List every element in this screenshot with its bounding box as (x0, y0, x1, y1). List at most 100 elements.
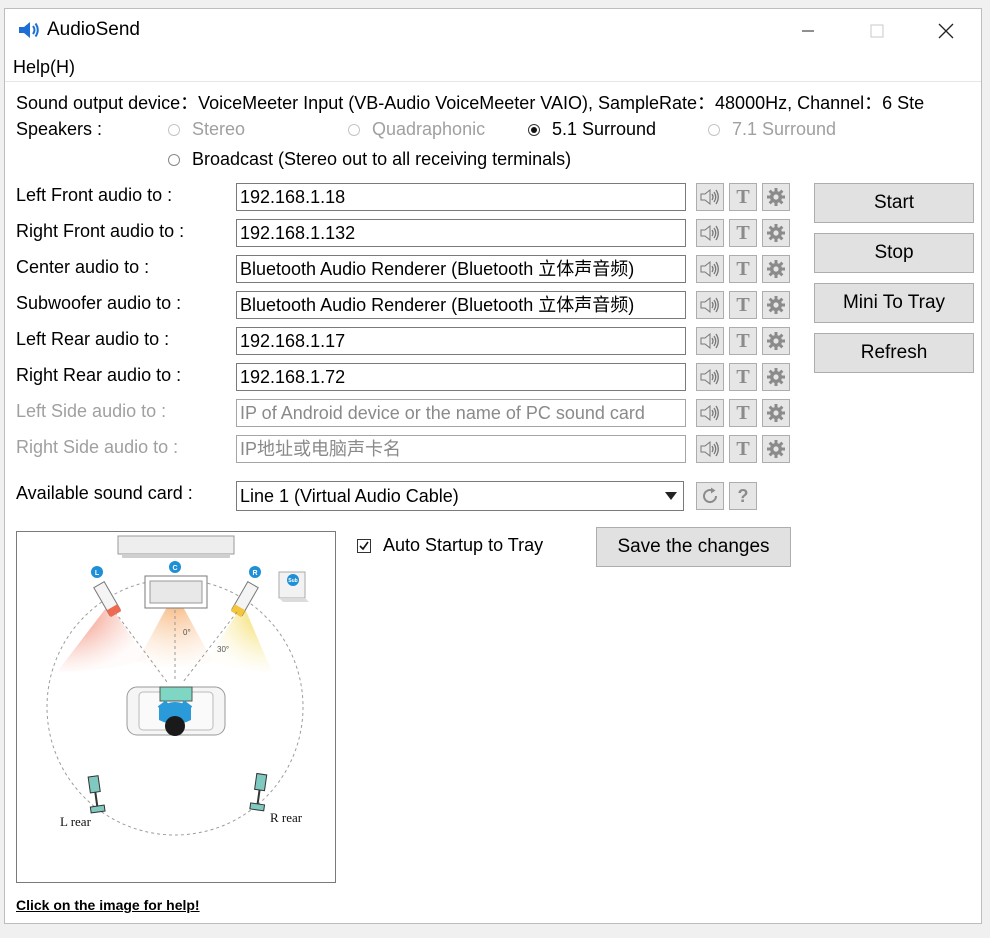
refresh-icon (703, 487, 718, 504)
channel-settings-button[interactable] (762, 183, 790, 211)
channel-text-button[interactable]: T (729, 291, 757, 319)
radio-stereo[interactable]: Stereo (168, 119, 245, 140)
auto-startup-label: Auto Startup to Tray (383, 535, 544, 555)
zero-degree-label: 0° (183, 628, 191, 637)
surround-diagram: L C R Sub 0° 30° L rear R rear (46, 535, 309, 836)
left-rear-diagram-label: L rear (60, 814, 92, 829)
right-front-input[interactable]: 192.168.1.132 (236, 219, 686, 247)
minimize-button[interactable] (785, 9, 831, 53)
maximize-icon (870, 24, 884, 38)
help-link[interactable]: Click on the image for help! (16, 897, 200, 913)
channel-text-button[interactable]: T (729, 255, 757, 283)
left-front-label: Left Front audio to : (16, 185, 173, 205)
window-title: AudioSend (47, 19, 140, 40)
refresh-sound-cards-button[interactable] (696, 482, 724, 510)
thirty-degree-label: 30° (217, 645, 229, 654)
channel-settings-button[interactable] (762, 363, 790, 391)
channel-test-button[interactable] (696, 183, 724, 211)
channel-settings-button[interactable] (762, 255, 790, 283)
center-input[interactable]: Bluetooth Audio Renderer (Bluetooth 立体声音… (236, 255, 686, 283)
radio-label: 5.1 Surround (552, 119, 657, 139)
left-front-input[interactable]: 192.168.1.18 (236, 183, 686, 211)
speaker-test-icon (700, 296, 719, 314)
gear-icon (767, 404, 785, 422)
radio-broadcast[interactable]: Broadcast (Stereo out to all receiving t… (168, 149, 571, 170)
subwoofer-input[interactable]: Bluetooth Audio Renderer (Bluetooth 立体声音… (236, 291, 686, 319)
speakers-label: Speakers : (16, 119, 103, 139)
channel-test-button[interactable] (696, 327, 724, 355)
right-side-label: Right Side audio to : (16, 437, 179, 457)
channel-settings-button[interactable] (762, 327, 790, 355)
gear-icon (767, 296, 785, 314)
sound-card-select[interactable]: Line 1 (Virtual Audio Cable) (236, 481, 684, 511)
sub-text: Sub (288, 578, 297, 584)
gear-icon (767, 188, 785, 206)
channel-text-button[interactable]: T (729, 435, 757, 463)
checkmark-icon (359, 541, 369, 550)
speaker-test-icon (700, 368, 719, 386)
stop-button[interactable]: Stop (814, 233, 974, 273)
speaker-test-icon (700, 404, 719, 422)
start-button[interactable]: Start (814, 183, 974, 223)
radio-button[interactable] (708, 123, 720, 136)
radio-quadraphonic[interactable]: Quadraphonic (348, 119, 485, 140)
channel-test-button[interactable] (696, 435, 724, 463)
available-sound-card-label: Available sound card : (16, 483, 193, 503)
channel-test-button[interactable] (696, 363, 724, 391)
channel-test-button[interactable] (696, 219, 724, 247)
gear-icon (767, 368, 785, 386)
left-channel-text: L (95, 570, 100, 577)
text-t-label: T (736, 293, 750, 316)
right-front-label: Right Front audio to : (16, 221, 185, 241)
refresh-button[interactable]: Refresh (814, 333, 974, 373)
checkbox-box[interactable] (357, 538, 371, 553)
channel-text-button[interactable]: T (729, 183, 757, 211)
channel-settings-button[interactable] (762, 399, 790, 427)
gear-icon (767, 440, 785, 458)
minimize-icon (802, 30, 814, 32)
right-rear-input[interactable]: 192.168.1.72 (236, 363, 686, 391)
speaker-icon (19, 22, 39, 38)
radio-button[interactable] (168, 153, 180, 166)
speaker-layout-diagram[interactable]: L C R Sub 0° 30° L rear R rear (16, 531, 336, 883)
radio-label: 7.1 Surround (732, 119, 837, 139)
app-window: AudioSend Help(H) Sound output device：Vo… (4, 8, 982, 924)
channel-settings-button[interactable] (762, 291, 790, 319)
right-side-input[interactable]: IP地址或电脑声卡名 (236, 435, 686, 463)
radio-button[interactable] (528, 123, 540, 136)
channel-test-button[interactable] (696, 291, 724, 319)
maximize-button[interactable] (854, 9, 900, 53)
mini-to-tray-button[interactable]: Mini To Tray (814, 283, 974, 323)
channel-settings-button[interactable] (762, 435, 790, 463)
speaker-test-icon (700, 440, 719, 458)
menu-help[interactable]: Help(H) (13, 57, 75, 78)
channel-text-button[interactable]: T (729, 327, 757, 355)
text-t-label: T (736, 257, 750, 280)
save-changes-button[interactable]: Save the changes (596, 527, 791, 567)
auto-startup-checkbox[interactable]: Auto Startup to Tray (357, 535, 543, 556)
center-label: Center audio to : (16, 257, 150, 277)
speaker-test-icon (700, 260, 719, 278)
left-rear-input[interactable]: 192.168.1.17 (236, 327, 686, 355)
dropdown-arrow-icon[interactable] (659, 482, 683, 510)
channel-test-button[interactable] (696, 399, 724, 427)
sound-card-help-button[interactable]: ? (729, 482, 757, 510)
radio-5-1-surround[interactable]: 5.1 Surround (528, 119, 656, 140)
text-t-label: T (736, 365, 750, 388)
gear-icon (767, 224, 785, 242)
channel-text-button[interactable]: T (729, 363, 757, 391)
gear-icon (767, 332, 785, 350)
left-side-input[interactable]: IP of Android device or the name of PC s… (236, 399, 686, 427)
radio-button[interactable] (168, 123, 180, 136)
menu-divider (5, 81, 981, 82)
radio-button[interactable] (348, 123, 360, 136)
sound-output-device-info: Sound output device：VoiceMeeter Input (V… (16, 93, 925, 113)
channel-settings-button[interactable] (762, 219, 790, 247)
radio-7-1-surround[interactable]: 7.1 Surround (708, 119, 836, 140)
channel-text-button[interactable]: T (729, 399, 757, 427)
channel-text-button[interactable]: T (729, 219, 757, 247)
close-button[interactable] (923, 9, 969, 53)
gear-icon (767, 260, 785, 278)
left-side-label: Left Side audio to : (16, 401, 167, 421)
channel-test-button[interactable] (696, 255, 724, 283)
